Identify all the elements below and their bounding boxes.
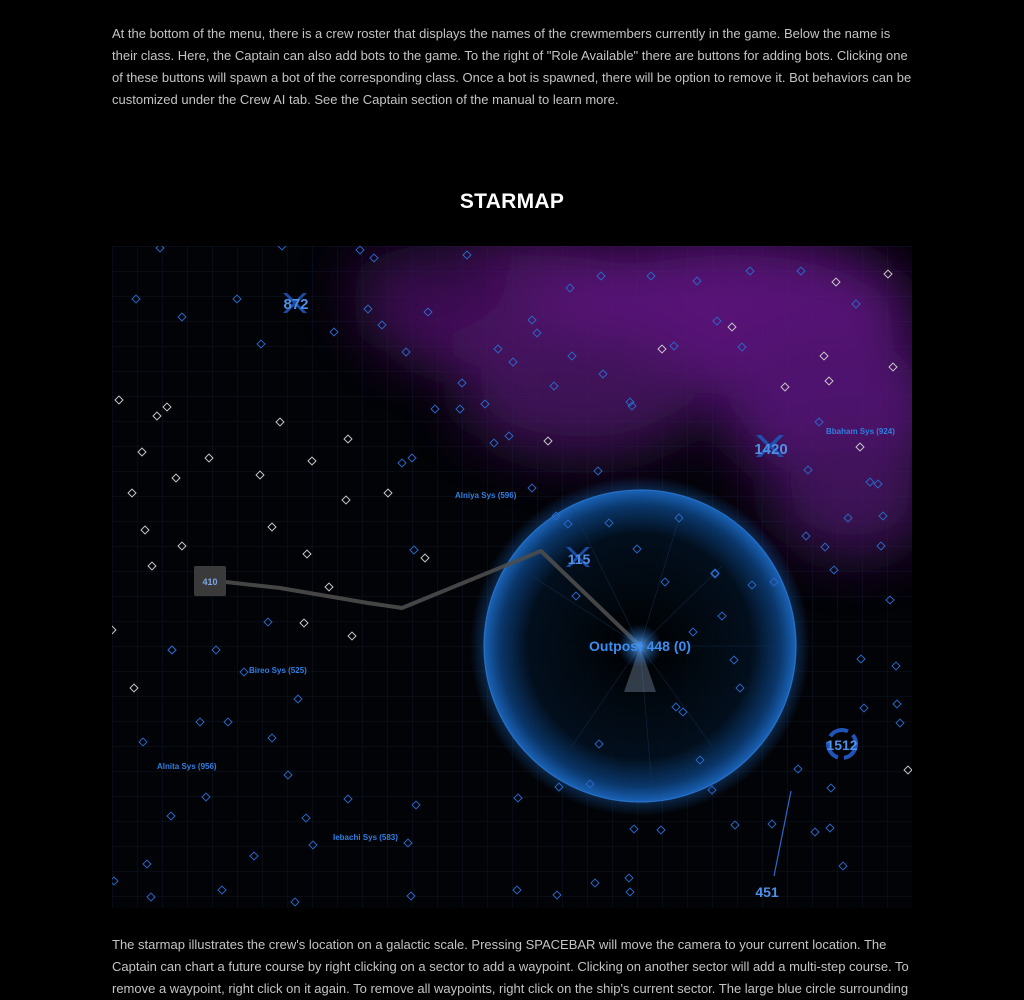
sector-number-1420: 1420 bbox=[754, 441, 787, 458]
sector-number-410: 410 bbox=[202, 577, 217, 587]
section-title: STARMAP bbox=[459, 190, 565, 213]
system-label-bbaham: Bbaham Sys (924) bbox=[826, 427, 895, 436]
sector-number-115: 115 bbox=[568, 551, 591, 567]
starmap-description-paragraph: The starmap illustrates the crew's locat… bbox=[112, 937, 909, 996]
sector-number-1512: 1512 bbox=[826, 737, 857, 753]
system-label-alnita: Alnita Sys (956) bbox=[157, 762, 217, 771]
intro-paragraph: At the bottom of the menu, there is a cr… bbox=[112, 26, 912, 107]
starmap-canvas[interactable]: 872 1420 115 410 1512 451 Outpost 448 (0… bbox=[112, 246, 912, 908]
sector-number-451: 451 bbox=[755, 884, 779, 900]
system-label-bireo: Bireo Sys (525) bbox=[249, 666, 307, 675]
system-label-alniya: Alniya Sys (596) bbox=[455, 491, 517, 500]
sector-number-872: 872 bbox=[283, 296, 308, 313]
system-label-iebachi: Iebachi Sys (583) bbox=[333, 833, 398, 842]
current-sector-label: Outpost 448 (0) bbox=[589, 638, 691, 654]
starmap-image[interactable]: 872 1420 115 410 1512 451 Outpost 448 (0… bbox=[112, 246, 912, 908]
